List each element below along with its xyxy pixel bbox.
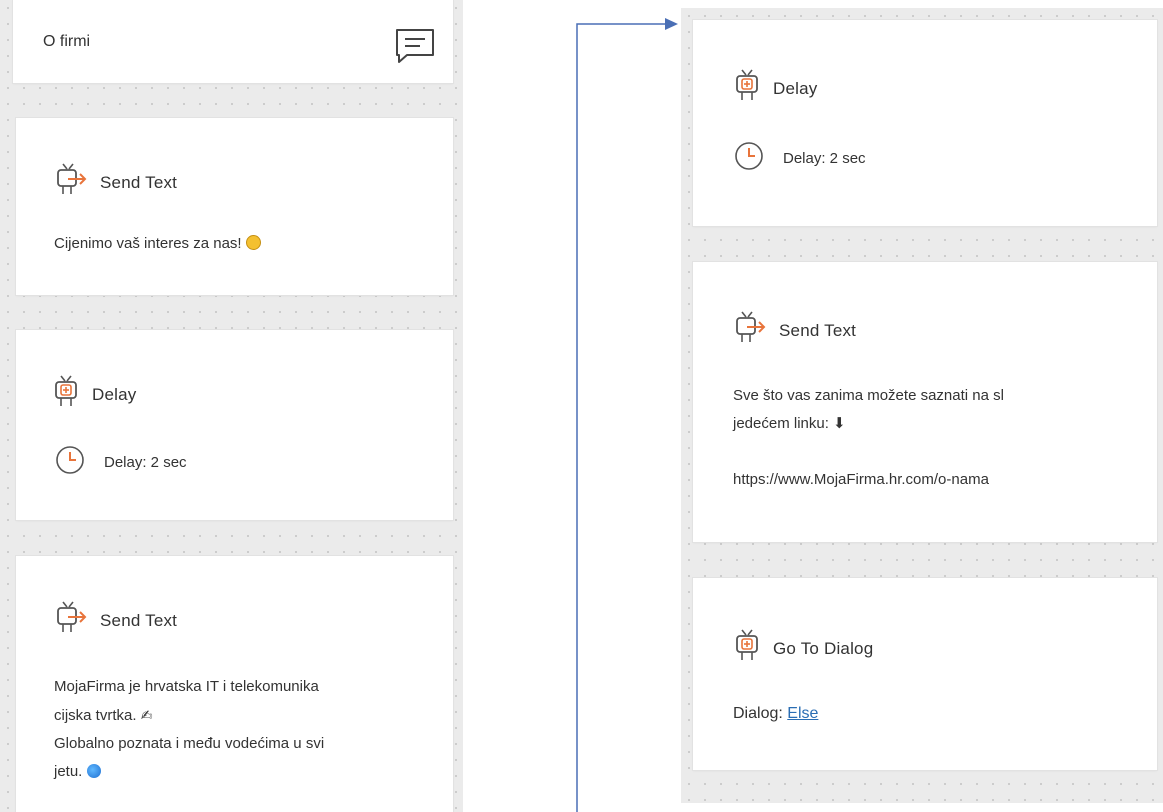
- message-segment: cijska tvrtka.: [54, 707, 137, 724]
- message-line: Sve što vas zanima možete saznati na sl: [733, 387, 1004, 404]
- delay-duration: Delay: 2 sec: [104, 454, 187, 471]
- message-line: jetu.: [54, 758, 444, 786]
- robot-dialog-icon: [733, 628, 763, 669]
- robot-delay-icon: [733, 68, 763, 109]
- dialog-link[interactable]: Else: [787, 705, 818, 722]
- smiling-face-emoji: [245, 235, 261, 250]
- header-card[interactable]: O firmi: [13, 0, 453, 83]
- go-to-dialog-card[interactable]: Go To Dialog Dialog: Else: [693, 578, 1157, 770]
- delay-duration: Delay: 2 sec: [783, 150, 866, 167]
- send-text-card[interactable]: Send Text MojaFirma je hrvatska IT i tel…: [16, 556, 453, 812]
- card-title: Send Text: [100, 172, 178, 192]
- comment-icon[interactable]: [393, 27, 437, 70]
- card-title: Send Text: [779, 320, 857, 340]
- message-text: Sve što vas zanima možete saznati na sl …: [733, 382, 1143, 494]
- message-line: Cijenimo vaš interes za nas!: [54, 235, 242, 252]
- card-title: Send Text: [100, 610, 178, 630]
- dialog-label: Dialog:: [733, 705, 783, 722]
- message-line: Globalno poznata i među vodećima u svi: [54, 735, 325, 752]
- globe-emoji: [86, 764, 101, 778]
- pencil-emoji: ✍: [140, 707, 153, 723]
- card-title: Go To Dialog: [773, 638, 874, 658]
- robot-send-icon: [733, 310, 769, 351]
- message-line: jedećem linku: ⬇: [733, 415, 846, 432]
- message-text: MojaFirma je hrvatska IT i telekomunika …: [54, 673, 444, 786]
- message-line: MojaFirma je hrvatska IT i telekomunika: [54, 678, 319, 695]
- send-text-card[interactable]: Send Text Cijenimo vaš interes za nas!: [16, 118, 453, 295]
- card-title: Delay: [773, 78, 818, 98]
- message-segment: jetu.: [54, 763, 83, 780]
- url-line: https://www.MojaFirma.hr.com/o-nama: [733, 471, 989, 488]
- card-title: Delay: [92, 384, 137, 404]
- robot-delay-icon: [52, 374, 82, 415]
- delay-card[interactable]: Delay Delay: 2 sec: [693, 20, 1157, 226]
- robot-send-icon: [54, 162, 90, 203]
- clock-icon: [733, 140, 765, 177]
- message-line: cijska tvrtka. ✍: [54, 701, 444, 730]
- robot-send-icon: [54, 600, 90, 641]
- send-text-card[interactable]: Send Text Sve što vas zanima možete sazn…: [693, 262, 1157, 542]
- clock-icon: [54, 444, 86, 481]
- delay-card[interactable]: Delay Delay: 2 sec: [16, 330, 453, 520]
- dialog-reference: Dialog: Else: [733, 700, 818, 728]
- message-text: Cijenimo vaš interes za nas!: [54, 230, 261, 258]
- block-title: O firmi: [43, 33, 91, 50]
